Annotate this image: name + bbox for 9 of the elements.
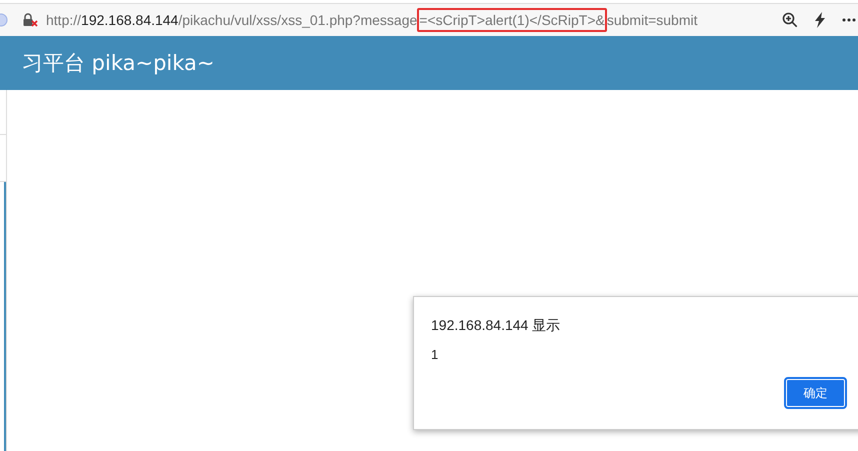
site-title: 习平台 pika~pika~: [22, 50, 215, 77]
zoom-in-icon[interactable]: [782, 12, 798, 28]
tab-icon: [0, 13, 8, 27]
insecure-lock-icon: [22, 13, 38, 27]
dialog-title: 192.168.84.144 显示: [431, 317, 562, 335]
ok-button[interactable]: 确定: [784, 377, 847, 409]
more-icon[interactable]: [842, 18, 856, 22]
lightning-icon[interactable]: [814, 12, 826, 28]
dialog-message: 1: [431, 347, 440, 362]
